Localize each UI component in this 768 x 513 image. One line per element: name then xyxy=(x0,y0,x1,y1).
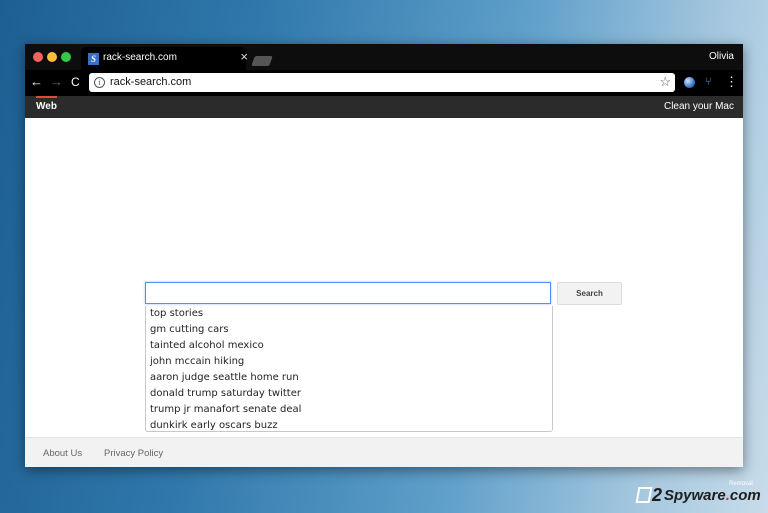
about-us-link[interactable]: About Us xyxy=(43,448,82,459)
bookmark-star-icon[interactable]: ☆ xyxy=(659,74,671,90)
profile-name[interactable]: Olivia xyxy=(709,51,734,62)
suggestion-item[interactable]: aaron judge seattle home run xyxy=(146,370,552,386)
suggestion-item[interactable]: gm cutting cars xyxy=(146,322,552,338)
minimize-window-button[interactable] xyxy=(47,52,57,62)
suggestion-item[interactable]: dunkirk early oscars buzz xyxy=(146,418,552,434)
address-url[interactable]: rack-search.com xyxy=(110,76,191,88)
suggestion-item[interactable]: tainted alcohol mexico xyxy=(146,338,552,354)
search-button[interactable]: Search xyxy=(557,282,622,305)
maximize-window-button[interactable] xyxy=(61,52,71,62)
suggestion-dropdown: top stories gm cutting cars tainted alco… xyxy=(145,306,553,432)
nav-clean-mac-link[interactable]: Clean your Mac xyxy=(664,101,734,112)
watermark-brand: Spyware xyxy=(664,487,726,504)
watermark-text: Spyware.com xyxy=(664,487,761,504)
title-bar: S rack-search.com × Olivia xyxy=(25,44,743,70)
tab-close-icon[interactable]: × xyxy=(240,50,248,64)
back-arrow-icon[interactable]: ← xyxy=(30,74,43,90)
watermark-tld: com xyxy=(729,487,761,504)
privacy-policy-link[interactable]: Privacy Policy xyxy=(104,448,163,459)
watermark-number: 2 xyxy=(652,485,663,505)
suggestion-item[interactable]: donald trump saturday twitter xyxy=(146,386,552,402)
extension-icon[interactable]: ⑂ xyxy=(705,76,712,88)
forward-arrow-icon[interactable]: → xyxy=(50,74,63,90)
watermark-box-icon xyxy=(635,487,653,503)
new-tab-button[interactable] xyxy=(251,56,273,66)
site-nav-bar: Web Clean your Mac xyxy=(25,96,743,118)
search-input[interactable] xyxy=(145,282,551,304)
suggestion-item[interactable]: john mccain hiking xyxy=(146,354,552,370)
browser-menu-icon[interactable]: ⋮ xyxy=(725,75,738,89)
browser-window: S rack-search.com × Olivia ← → C i rack-… xyxy=(25,44,743,467)
close-window-button[interactable] xyxy=(33,52,43,62)
browser-tab[interactable]: S rack-search.com × xyxy=(81,47,248,70)
nav-web-link[interactable]: Web xyxy=(36,96,57,116)
globe-extension-icon[interactable] xyxy=(684,77,695,88)
watermark-superscript: Removal xyxy=(729,481,753,487)
site-info-icon[interactable]: i xyxy=(94,77,105,88)
address-bar[interactable]: i rack-search.com ☆ xyxy=(89,73,675,92)
site-favicon-icon: S xyxy=(88,53,99,65)
reload-icon[interactable]: C xyxy=(71,74,80,90)
page-footer: About Us Privacy Policy xyxy=(25,437,743,467)
suggestion-item[interactable]: trump jr manafort senate deal xyxy=(146,402,552,418)
tab-title: rack-search.com xyxy=(103,52,177,63)
browser-toolbar: ← → C i rack-search.com ☆ ⑂ ⋮ xyxy=(25,70,743,96)
watermark-logo: 2 Spyware.com Removal xyxy=(635,481,762,507)
suggestion-item[interactable]: top stories xyxy=(146,306,552,322)
